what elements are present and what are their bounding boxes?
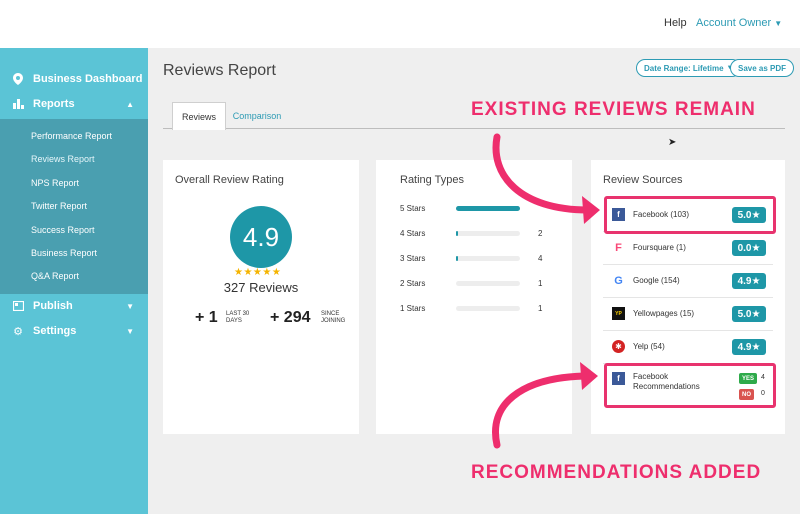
rating-type-bar-fill [456, 256, 458, 261]
source-score-badge: 4.9★ [732, 339, 766, 355]
rating-type-bar-fill [456, 206, 520, 211]
stat-label: LAST 30 DAYS [226, 311, 249, 325]
stat-label-line: DAYS [226, 318, 242, 324]
rating-type-count: 4 [538, 254, 543, 263]
gear-icon: ⚙ [13, 325, 23, 338]
rating-circle: 4.9 [230, 206, 292, 268]
source-row[interactable]: ✱ Yelp (54) 4.9★ [603, 330, 773, 364]
sidebar-item-nps-report[interactable]: NPS Report [31, 178, 79, 188]
help-link[interactable]: Help [664, 17, 687, 29]
sidebar-item-reviews-report[interactable]: Reviews Report [31, 154, 95, 164]
date-range-label: Date Range: Lifetime [644, 63, 724, 73]
stat-label-line: SINCE [321, 311, 340, 317]
rating-type-bar [456, 281, 520, 286]
callout-existing-reviews: EXISTING REVIEWS REMAIN [471, 99, 756, 120]
source-row[interactable]: G Google (154) 4.9★ [603, 264, 773, 298]
card-title: Overall Review Rating [175, 174, 284, 186]
date-range-button[interactable]: Date Range: Lifetime▼ [636, 59, 741, 77]
source-logo-icon: YP [612, 307, 625, 320]
chevron-up-icon: ▲ [126, 99, 134, 109]
rating-type-bar-fill [456, 231, 458, 236]
rating-type-bar [456, 306, 520, 311]
stat-last-30-days: + 1 [195, 309, 218, 326]
chevron-down-icon: ▼ [126, 326, 134, 336]
sidebar-item-qa-report[interactable]: Q&A Report [31, 271, 79, 281]
tab-comparison[interactable]: Comparison [232, 102, 282, 130]
source-row[interactable]: YP Yellowpages (15) 5.0★ [603, 297, 773, 331]
source-name: Google (154) [633, 276, 680, 285]
rating-type-label: 2 Stars [400, 279, 426, 288]
stat-label-line: JOINING [321, 318, 346, 324]
star-rating: ★★★★★ [234, 267, 282, 278]
rating-type-bar [456, 256, 520, 261]
rating-type-count: 1 [538, 279, 543, 288]
page-title: Reviews Report [163, 62, 276, 79]
sidebar-item-publish[interactable]: Publish ▼ [0, 294, 148, 318]
account-menu[interactable]: Account Owner ▼ [696, 17, 782, 29]
card-title: Rating Types [400, 174, 465, 186]
stat-since-joining: + 294 [270, 309, 311, 326]
sidebar-item-label: Reports [33, 98, 75, 110]
top-bar: Help Account Owner ▼ [0, 0, 800, 48]
card-title: Review Sources [603, 174, 683, 186]
chevron-down-icon: ▼ [774, 19, 783, 28]
sidebar-item-reports[interactable]: Reports ▲ [0, 92, 148, 116]
overall-rating-card: Overall Review Rating 4.9 ★★★★★ 327 Revi… [163, 160, 359, 434]
account-label: Account Owner [696, 17, 772, 29]
highlight-recommendations [604, 363, 776, 408]
rating-type-bar [456, 231, 520, 236]
stat-label: SINCE JOINING [321, 311, 345, 325]
bar-chart-icon [12, 98, 24, 110]
sidebar-item-settings[interactable]: ⚙ Settings ▼ [0, 319, 148, 343]
sidebar-item-performance-report[interactable]: Performance Report [31, 131, 112, 141]
rating-type-bar [456, 206, 520, 211]
map-marker-icon [12, 73, 24, 85]
rating-type-label: 5 Stars [400, 204, 426, 213]
source-name: Yellowpages (15) [633, 309, 695, 318]
tab-reviews[interactable]: Reviews [172, 102, 226, 130]
rating-type-count: 2 [538, 229, 543, 238]
chevron-down-icon: ▼ [126, 301, 134, 311]
source-row[interactable]: F Foursquare (1) 0.0★ [603, 231, 773, 265]
sidebar-item-business-dashboard[interactable]: Business Dashboard [0, 67, 148, 91]
review-sources-card: Review Sources f Facebook (103) 5.0★ F Fours… [591, 160, 785, 434]
source-score-badge: 0.0★ [732, 240, 766, 256]
sidebar-item-success-report[interactable]: Success Report [31, 225, 95, 235]
publish-icon [12, 300, 24, 312]
rating-type-label: 3 Stars [400, 254, 426, 263]
rating-type-count: 1 [538, 304, 543, 313]
source-name: Foursquare (1) [633, 243, 686, 252]
rating-type-label: 1 Stars [400, 304, 426, 313]
source-score-badge: 5.0★ [732, 306, 766, 322]
source-name: Yelp (54) [633, 342, 665, 351]
sidebar-item-label: Publish [33, 300, 73, 312]
reviews-total: 327 Reviews [223, 280, 299, 295]
sidebar-item-label: Settings [33, 325, 77, 337]
sidebar-item-label: Business Dashboard [33, 73, 143, 85]
rating-types-card: Rating Types 5 Stars 4 Stars 2 3 Stars 4 2 St… [376, 160, 572, 434]
source-score-badge: 4.9★ [732, 273, 766, 289]
stat-label-line: LAST 30 [226, 311, 250, 317]
mouse-cursor-icon: ➤ [668, 137, 677, 148]
sidebar-item-twitter-report[interactable]: Twitter Report [31, 201, 87, 211]
reports-submenu: Performance Report Reviews Report NPS Re… [0, 119, 148, 294]
save-pdf-button[interactable]: Save as PDF [730, 59, 795, 77]
source-logo-icon: ✱ [612, 340, 625, 353]
sidebar-item-business-report[interactable]: Business Report [31, 248, 97, 258]
sidebar: Business Dashboard Reports ▲ Performance… [0, 48, 148, 514]
source-logo-icon: F [612, 241, 625, 254]
highlight-existing-reviews [604, 196, 776, 234]
source-logo-icon: G [612, 274, 625, 287]
rating-type-label: 4 Stars [400, 229, 426, 238]
callout-recommendations-added: RECOMMENDATIONS ADDED [471, 462, 762, 483]
